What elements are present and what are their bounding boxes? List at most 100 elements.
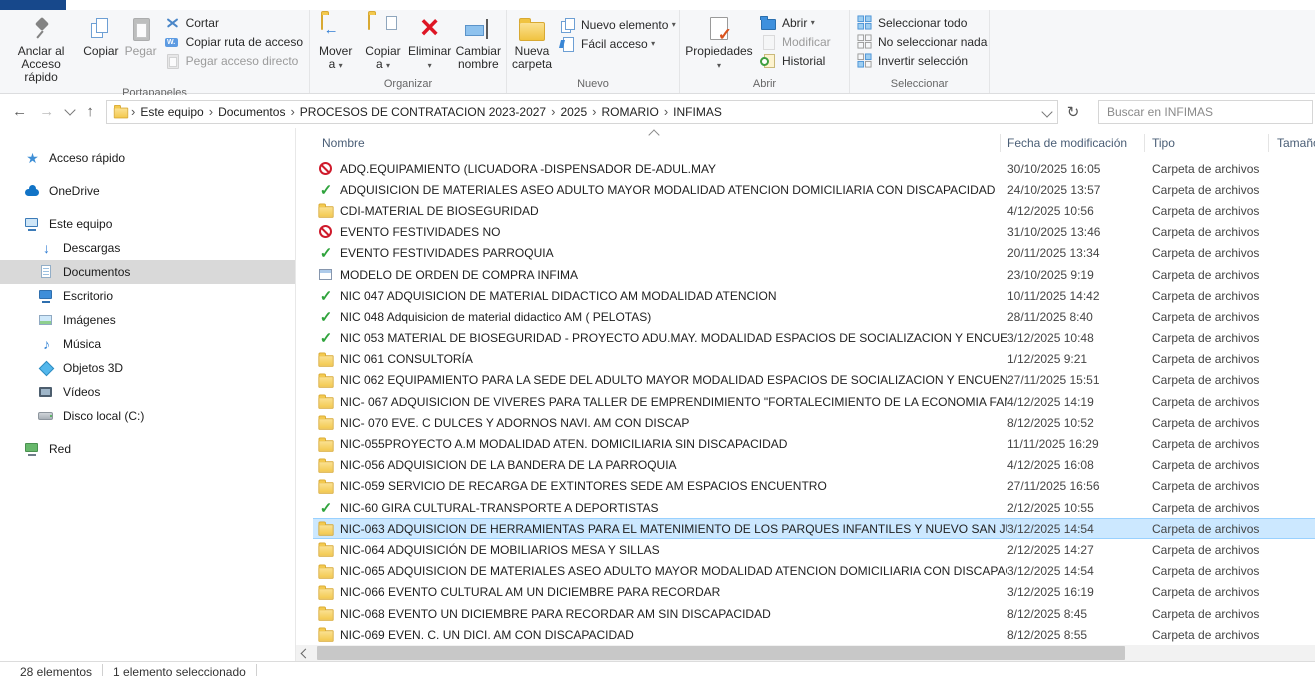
- file-row[interactable]: MODELO DE ORDEN DE COMPRA INFIMA23/10/20…: [313, 264, 1315, 285]
- history-button[interactable]: Historial: [756, 51, 835, 70]
- file-row[interactable]: NIC- 067 ADQUISICION DE VIVERES PARA TAL…: [313, 391, 1315, 412]
- search-input[interactable]: [1099, 101, 1312, 123]
- open-button[interactable]: Abrir ▾: [756, 13, 835, 32]
- history-icon: [760, 53, 777, 69]
- rename-button[interactable]: Cambiar nombre: [453, 11, 504, 73]
- file-name: ADQ.EQUIPAMIENTO (LICUADORA -DISPENSADOR…: [340, 162, 1007, 176]
- sidebar-item-this-pc[interactable]: Este equipo: [0, 212, 295, 236]
- column-header-size[interactable]: Tamaño: [1277, 136, 1315, 150]
- file-row[interactable]: NIC-064 ADQUISICIÓN DE MOBILIARIOS MESA …: [313, 539, 1315, 560]
- copy-to-icon: [368, 15, 398, 43]
- selection-count: 1 elemento seleccionado: [113, 665, 246, 679]
- easy-access-button[interactable]: Fácil acceso ▾: [555, 34, 680, 53]
- file-row[interactable]: ADQUISICION DE MATERIALES ASEO ADULTO MA…: [313, 179, 1315, 200]
- sidebar-item-pictures[interactable]: Imágenes: [0, 308, 295, 332]
- back-button[interactable]: ←: [12, 104, 27, 119]
- breadcrumb-item[interactable]: INFIMAS: [668, 105, 727, 119]
- sidebar-item-music[interactable]: Música: [0, 332, 295, 356]
- sidebar-item-local-disk-c[interactable]: Disco local (C:): [0, 404, 295, 428]
- column-header-name[interactable]: Nombre: [322, 136, 365, 150]
- file-menu-tab[interactable]: [0, 0, 66, 10]
- properties-button[interactable]: Propiedades ▾: [682, 11, 756, 74]
- file-row[interactable]: NIC-065 ADQUISICION DE MATERIALES ASEO A…: [313, 561, 1315, 582]
- select-all-button[interactable]: Seleccionar todo: [852, 13, 991, 32]
- sidebar-item-label: Música: [63, 337, 101, 351]
- file-row[interactable]: NIC- 070 EVE. C DULCES Y ADORNOS NAVI. A…: [313, 412, 1315, 433]
- sidebar-item-network[interactable]: Red: [0, 437, 295, 461]
- file-row[interactable]: NIC-056 ADQUISICION DE LA BANDERA DE LA …: [313, 455, 1315, 476]
- file-row[interactable]: NIC 048 Adquisicion de material didactic…: [313, 306, 1315, 327]
- file-row[interactable]: NIC 047 ADQUISICION DE MATERIAL DIDACTIC…: [313, 285, 1315, 306]
- horizontal-scrollbar[interactable]: [296, 645, 1315, 661]
- file-row[interactable]: NIC 062 EQUIPAMIENTO PARA LA SEDE DEL AD…: [313, 370, 1315, 391]
- new-item-button[interactable]: Nuevo elemento ▾: [555, 15, 680, 34]
- select-none-button[interactable]: No seleccionar nada: [852, 32, 991, 51]
- paste-button[interactable]: Pegar: [122, 11, 160, 60]
- paste-shortcut-button[interactable]: Pegar acceso directo: [160, 51, 307, 70]
- move-to-button[interactable]: ← Mover a ▾: [312, 11, 359, 74]
- file-type: Carpeta de archivos: [1152, 607, 1282, 621]
- file-row[interactable]: NIC-60 GIRA CULTURAL-TRANSPORTE A DEPORT…: [313, 497, 1315, 518]
- file-row[interactable]: NIC-068 EVENTO UN DICIEMBRE PARA RECORDA…: [313, 603, 1315, 624]
- cut-button[interactable]: Cortar: [160, 13, 307, 32]
- invert-selection-button[interactable]: Invertir selección: [852, 51, 991, 70]
- up-button[interactable]: ↑: [86, 104, 94, 119]
- copy-path-button[interactable]: Copiar ruta de acceso: [160, 32, 307, 51]
- file-row[interactable]: NIC-055PROYECTO A.M MODALIDAD ATEN. DOMI…: [313, 433, 1315, 454]
- pin-to-quick-access-button[interactable]: Anclar al Acceso rápido: [2, 11, 80, 86]
- recent-locations-chevron-icon[interactable]: [65, 104, 76, 115]
- address-bar[interactable]: ›Este equipo›Documentos›PROCESOS DE CONT…: [106, 100, 1058, 124]
- sidebar-item-quick-access[interactable]: Acceso rápido: [0, 146, 295, 170]
- file-row[interactable]: NIC-069 EVEN. C. UN DICI. AM CON DISCAPA…: [313, 624, 1315, 645]
- breadcrumb-item[interactable]: 2025: [555, 105, 592, 119]
- sidebar-item-downloads[interactable]: Descargas: [0, 236, 295, 260]
- file-name: NIC-065 ADQUISICION DE MATERIALES ASEO A…: [340, 564, 1007, 578]
- breadcrumb-item[interactable]: ROMARIO: [596, 105, 663, 119]
- new-folder-button[interactable]: Nueva carpeta: [509, 11, 555, 73]
- file-date-modified: 3/12/2025 16:19: [1007, 585, 1152, 599]
- move-to-label: Mover a: [319, 44, 352, 71]
- file-date-modified: 3/12/2025 14:54: [1007, 522, 1152, 536]
- scroll-left-button[interactable]: [296, 645, 313, 661]
- sidebar-item-objects-3d[interactable]: Objetos 3D: [0, 356, 295, 380]
- file-date-modified: 23/10/2025 9:19: [1007, 268, 1152, 282]
- paste-label: Pegar: [125, 45, 157, 58]
- address-dropdown-chevron-icon[interactable]: [1041, 106, 1052, 117]
- file-type: Carpeta de archivos: [1152, 458, 1282, 472]
- sidebar-item-documents[interactable]: Documentos: [0, 260, 295, 284]
- breadcrumb-item[interactable]: Documentos: [213, 105, 290, 119]
- copy-to-button[interactable]: Copiar a ▾: [359, 11, 406, 74]
- column-separator[interactable]: [1144, 134, 1145, 152]
- modify-button[interactable]: Modificar: [756, 32, 835, 51]
- file-row[interactable]: CDI-MATERIAL DE BIOSEGURIDAD4/12/2025 10…: [313, 200, 1315, 221]
- file-row[interactable]: EVENTO FESTIVIDADES NO31/10/2025 13:46Ca…: [313, 222, 1315, 243]
- file-row[interactable]: NIC-059 SERVICIO DE RECARGA DE EXTINTORE…: [313, 476, 1315, 497]
- modify-label: Modificar: [782, 35, 831, 49]
- file-row[interactable]: NIC 053 MATERIAL DE BIOSEGURIDAD - PROYE…: [313, 328, 1315, 349]
- file-date-modified: 20/11/2025 13:34: [1007, 246, 1152, 260]
- file-name: NIC-60 GIRA CULTURAL-TRANSPORTE A DEPORT…: [340, 501, 1007, 515]
- file-row[interactable]: ADQ.EQUIPAMIENTO (LICUADORA -DISPENSADOR…: [313, 158, 1315, 179]
- file-date-modified: 4/12/2025 10:56: [1007, 204, 1152, 218]
- column-header-date-modified[interactable]: Fecha de modificación: [1007, 136, 1127, 150]
- refresh-button[interactable]: ↻: [1058, 100, 1088, 124]
- sidebar-item-desktop[interactable]: Escritorio: [0, 284, 295, 308]
- sidebar-item-videos[interactable]: Vídeos: [0, 380, 295, 404]
- breadcrumb-item[interactable]: PROCESOS DE CONTRATACION 2023-2027: [295, 105, 551, 119]
- file-row[interactable]: NIC 061 CONSULTORÍA1/12/2025 9:21Carpeta…: [313, 349, 1315, 370]
- column-separator[interactable]: [1000, 134, 1001, 152]
- copy-button[interactable]: Copiar: [80, 11, 121, 60]
- column-separator[interactable]: [1268, 134, 1269, 152]
- folder-icon: [318, 521, 334, 537]
- copy-label: Copiar: [83, 45, 118, 58]
- synced-check-icon: [318, 245, 334, 261]
- forward-button[interactable]: →: [39, 104, 54, 119]
- file-row[interactable]: NIC-063 ADQUISICION DE HERRAMIENTAS PARA…: [313, 518, 1315, 539]
- file-row[interactable]: EVENTO FESTIVIDADES PARROQUIA20/11/2025 …: [313, 243, 1315, 264]
- delete-button[interactable]: Eliminar ▾: [407, 11, 453, 74]
- sidebar-item-onedrive[interactable]: OneDrive: [0, 179, 295, 203]
- column-header-type[interactable]: Tipo: [1152, 136, 1175, 150]
- breadcrumb-item[interactable]: Este equipo: [135, 105, 208, 119]
- file-row[interactable]: NIC-066 EVENTO CULTURAL AM UN DICIEMBRE …: [313, 582, 1315, 603]
- horizontal-scrollbar-thumb[interactable]: [317, 646, 1125, 660]
